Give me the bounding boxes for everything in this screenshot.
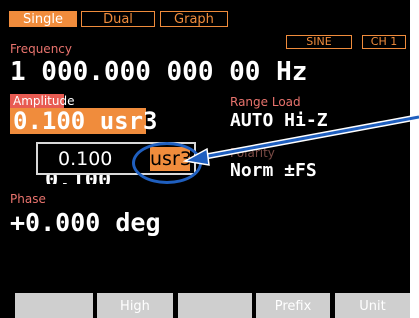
- softkey-3[interactable]: [178, 293, 252, 318]
- phase-value[interactable]: +0.000 deg: [10, 208, 161, 238]
- waveform-indicator: SINE: [286, 35, 352, 49]
- phase-label: Phase: [10, 192, 46, 206]
- range-load-label: Range Load: [230, 95, 301, 109]
- amplitude-ghost-value: 0.100: [45, 174, 111, 184]
- amplitude-label: Amplitude: [10, 94, 75, 108]
- softkey-prefix[interactable]: Prefix: [256, 293, 330, 318]
- popup-number: 0.100: [58, 148, 113, 170]
- polarity-label: Polarity: [230, 146, 275, 160]
- channel-indicator: CH 1: [362, 35, 406, 49]
- softkey-1[interactable]: [15, 293, 93, 318]
- amplitude-value[interactable]: 0.100 usr3: [10, 108, 158, 134]
- callout-ellipse: [132, 142, 202, 184]
- tab-graph[interactable]: Graph: [160, 11, 228, 27]
- instrument-display: Single Dual Graph Frequency SINE CH 1 1 …: [0, 0, 410, 318]
- softkey-high[interactable]: High: [97, 293, 173, 318]
- frequency-label: Frequency: [10, 42, 72, 56]
- tab-dual[interactable]: Dual: [81, 11, 155, 27]
- polarity-value[interactable]: Norm ±FS: [230, 160, 317, 182]
- range-load-value[interactable]: AUTO Hi-Z: [230, 110, 328, 132]
- softkey-unit[interactable]: Unit: [335, 293, 410, 318]
- tab-single[interactable]: Single: [9, 11, 77, 27]
- frequency-value[interactable]: 1 000.000 000 00 Hz: [10, 56, 307, 88]
